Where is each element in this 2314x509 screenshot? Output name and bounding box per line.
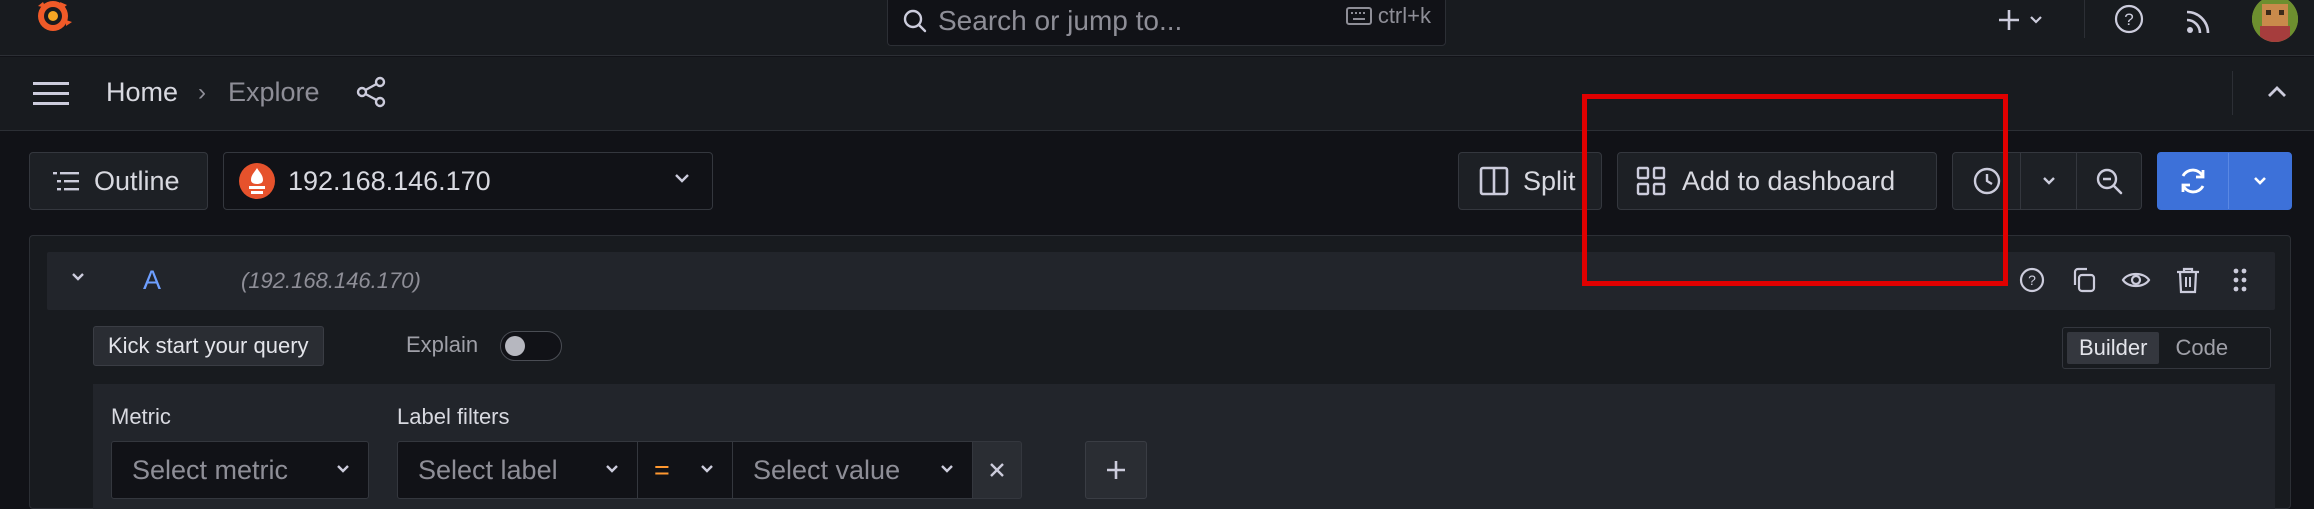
query-datasource-hint: (192.168.146.170): [241, 268, 421, 293]
chevron-down-icon: [2028, 14, 2044, 26]
share-icon[interactable]: [356, 76, 386, 108]
copy-icon[interactable]: [2069, 264, 2099, 296]
toggle-knob: [505, 336, 525, 356]
search-placeholder: Search or jump to...: [938, 5, 1183, 36]
chevron-down-icon: [672, 171, 692, 185]
query-ref-id[interactable]: A: [143, 265, 161, 296]
label-filters-label: Label filters: [397, 404, 510, 429]
eye-icon[interactable]: [2121, 264, 2151, 296]
query-editor-panel: A (192.168.146.170) ? Kick start your qu…: [29, 235, 2291, 509]
close-icon: [987, 460, 1007, 480]
editor-mode-switch: Builder Code: [2062, 327, 2271, 369]
chevron-down-icon: [938, 462, 956, 476]
add-filter-button[interactable]: [1085, 441, 1147, 499]
breadcrumb-current: Explore: [228, 77, 320, 107]
value-select[interactable]: Select value: [732, 441, 973, 499]
clock-icon: [1972, 166, 2002, 196]
prometheus-icon: [238, 162, 276, 200]
metric-placeholder: Select metric: [132, 454, 289, 485]
keyboard-icon: [1345, 7, 1372, 25]
operator-value: =: [654, 454, 670, 485]
code-mode-tab[interactable]: Code: [2163, 332, 2240, 364]
breadcrumb-separator: ›: [198, 79, 206, 106]
search-bar[interactable]: Search or jump to... ctrl+k: [887, 0, 1446, 46]
explain-label: Explain: [406, 332, 479, 357]
split-label: Split: [1523, 165, 1576, 196]
metric-select[interactable]: Select metric: [111, 441, 369, 499]
time-range-dropdown[interactable]: [2021, 153, 2077, 209]
drag-handle-icon[interactable]: [2225, 264, 2255, 296]
user-avatar[interactable]: [2252, 0, 2298, 42]
zoom-out-button[interactable]: [2077, 153, 2141, 209]
divider: [2232, 71, 2233, 115]
apps-icon: [1636, 166, 1666, 196]
chevron-up-icon[interactable]: [2262, 77, 2292, 107]
outline-label: Outline: [94, 165, 180, 196]
chevron-down-icon[interactable]: [69, 270, 87, 284]
help-icon[interactable]: ?: [2112, 2, 2146, 36]
time-picker-group: [1952, 152, 2142, 210]
menu-icon[interactable]: [32, 80, 70, 108]
chevron-down-icon: [2040, 175, 2058, 187]
divider: [2084, 0, 2085, 38]
split-icon: [1479, 166, 1509, 196]
svg-text:?: ?: [2028, 272, 2036, 288]
query-actions: ?: [2017, 264, 2255, 296]
outline-icon: [52, 170, 80, 192]
add-to-dashboard-button[interactable]: Add to dashboard: [1617, 152, 1937, 210]
svg-text:?: ?: [2124, 10, 2133, 29]
query-builder: Metric Label filters Select metric Selec…: [93, 384, 2275, 509]
run-query-button[interactable]: [2158, 153, 2230, 209]
datasource-picker[interactable]: 192.168.146.170: [223, 152, 713, 210]
plus-icon: [1996, 7, 2022, 33]
operator-select[interactable]: =: [637, 441, 733, 499]
datasource-label: 192.168.146.170: [288, 165, 491, 196]
chevron-down-icon: [698, 462, 716, 476]
search-shortcut: ctrl+k: [1345, 3, 1431, 29]
plus-icon: [1104, 458, 1128, 482]
outline-button[interactable]: Outline: [29, 152, 208, 210]
query-row-header: A (192.168.146.170) ?: [47, 252, 2275, 310]
value-placeholder: Select value: [753, 454, 901, 485]
breadcrumb-bar: Home › Explore: [0, 57, 2314, 131]
metric-label: Metric: [111, 404, 171, 429]
refresh-interval-dropdown[interactable]: [2229, 153, 2291, 209]
label-placeholder: Select label: [418, 454, 558, 485]
grafana-logo-icon[interactable]: [30, 0, 76, 42]
new-menu-button[interactable]: [1996, 2, 2054, 38]
time-picker-button[interactable]: [1953, 153, 2021, 209]
top-bar: Search or jump to... ctrl+k ?: [0, 0, 2314, 56]
builder-mode-tab[interactable]: Builder: [2067, 332, 2160, 364]
trash-icon[interactable]: [2173, 264, 2203, 296]
breadcrumb-home[interactable]: Home: [106, 77, 178, 108]
run-query-group: [2157, 152, 2292, 210]
news-icon[interactable]: [2182, 4, 2216, 38]
kick-start-query-button[interactable]: Kick start your query: [93, 326, 324, 366]
zoom-out-icon: [2094, 166, 2124, 196]
explain-toggle[interactable]: [500, 331, 562, 361]
chevron-down-icon: [2251, 175, 2269, 187]
remove-filter-button[interactable]: [972, 441, 1022, 499]
chevron-down-icon: [603, 462, 621, 476]
chevron-down-icon: [334, 462, 352, 476]
shortcut-label: ctrl+k: [1377, 3, 1431, 28]
search-icon: [902, 8, 928, 34]
label-select[interactable]: Select label: [397, 441, 638, 499]
sync-icon: [2177, 165, 2209, 197]
help-icon[interactable]: ?: [2017, 264, 2047, 296]
split-button[interactable]: Split: [1458, 152, 1602, 210]
add-to-dashboard-label: Add to dashboard: [1682, 165, 1896, 196]
